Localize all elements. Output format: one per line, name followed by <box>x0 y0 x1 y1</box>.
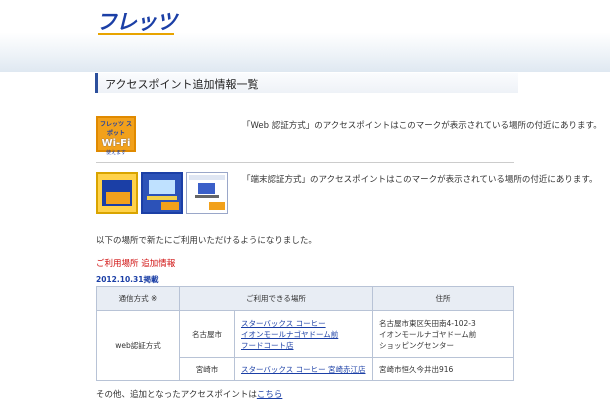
header-band <box>0 0 610 72</box>
place-link[interactable]: スターバックス コーヒー <box>241 318 371 329</box>
page-title: アクセスポイント追加情報一覧 <box>95 73 518 93</box>
city-cell: 名古屋市 <box>179 310 235 358</box>
computer-base-icon <box>195 195 219 198</box>
address-line: ショッピングセンター <box>379 340 454 350</box>
logo-text: フレッツ <box>96 10 177 34</box>
header-address: 住所 <box>372 286 514 311</box>
laptop-base-icon <box>147 196 177 200</box>
place-link[interactable]: フードコート店 <box>241 340 371 351</box>
terminal-auth-icon-2 <box>141 172 183 214</box>
address-line: 宮崎市恒久今井出916 <box>379 364 454 374</box>
footer-link[interactable]: こちら <box>257 390 283 400</box>
footer-text: その他、追加となったアクセスポイントはこちら <box>96 388 282 400</box>
spot-badge-icon <box>209 202 225 210</box>
address-line: イオンモールナゴヤドーム前 <box>379 329 477 339</box>
place-cell: スターバックス コーヒー イオンモールナゴヤドーム前 フードコート店 <box>234 310 373 358</box>
table-row: web認証方式 名古屋市 スターバックス コーヒー イオンモールナゴヤドーム前 … <box>96 310 514 381</box>
intro-text: 以下の場所で新たにご利用いただけるようになりました。 <box>96 236 317 246</box>
wifi-spot-icon: フレッツ スポット Wi-Fi 使えます <box>96 116 136 156</box>
icon-panel-accent <box>106 192 130 204</box>
wifi-icon-line3: 使えます <box>105 150 126 156</box>
wifi-icon-line1: フレッツ スポット <box>99 121 133 137</box>
address-cell: 名古屋市東区矢田南4-102-3 イオンモールナゴヤドーム前 ショッピングセンタ… <box>372 310 514 358</box>
terminal-auth-icon-1 <box>96 172 138 214</box>
table-header-row: 通信方式 ※ ご利用できる場所 住所 <box>96 286 514 311</box>
footer-prefix: その他、追加となったアクセスポイントは <box>96 390 257 400</box>
method-cell: web認証方式 <box>96 310 180 381</box>
address-cell: 宮崎市恒久今井出916 <box>372 357 514 381</box>
date-label: 2012.10.31掲載 <box>96 275 159 284</box>
city-cell: 宮崎市 <box>179 357 235 381</box>
place-cell: スターバックス コーヒー 宮崎赤江店 <box>234 357 373 381</box>
flets-logo[interactable]: フレッツ <box>96 6 177 36</box>
web-auth-description: 「Web 認証方式」のアクセスポイントはこのマークが表示されている場所の付近にあ… <box>242 121 602 131</box>
icon-header-strip <box>189 175 225 180</box>
address-line: 名古屋市東区矢田南4-102-3 <box>379 318 476 328</box>
header-place: ご利用できる場所 <box>179 286 373 311</box>
logo-underline <box>98 33 174 35</box>
place-link[interactable]: スターバックス コーヒー 宮崎赤江店 <box>241 365 365 374</box>
divider <box>96 162 514 163</box>
laptop-screen-icon <box>149 180 175 194</box>
access-point-table: 通信方式 ※ ご利用できる場所 住所 web認証方式 名古屋市 スターバックス … <box>96 286 514 381</box>
wifi-icon-line2: Wi-Fi <box>101 138 131 149</box>
place-link[interactable]: イオンモールナゴヤドーム前 <box>241 329 371 340</box>
section-label: ご利用場所 追加情報 <box>96 259 176 269</box>
computer-screen-icon <box>198 183 215 194</box>
header-method: 通信方式 ※ <box>96 286 180 311</box>
terminal-auth-description: 「端末認証方式」のアクセスポイントはこのマークが表示されている場所の付近にありま… <box>242 175 598 185</box>
page-title-text: アクセスポイント追加情報一覧 <box>105 78 259 91</box>
spot-badge-icon <box>161 202 179 210</box>
terminal-auth-icon-3 <box>186 172 228 214</box>
